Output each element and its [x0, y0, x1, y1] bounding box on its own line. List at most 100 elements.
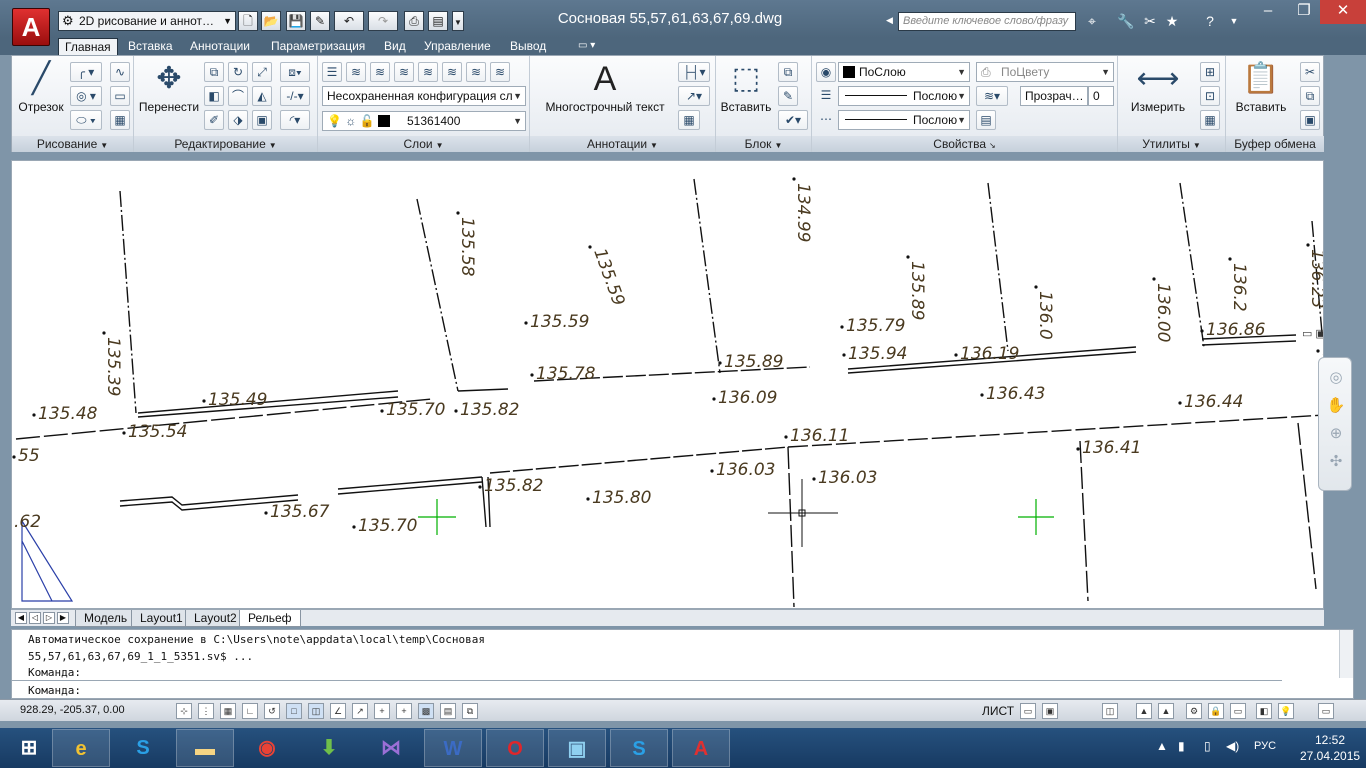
layer-match-button[interactable]: ≋: [466, 62, 486, 82]
otrack-toggle[interactable]: ∠: [330, 703, 346, 719]
mirror-button[interactable]: ◧: [204, 86, 224, 106]
lwt-toggle[interactable]: +: [396, 703, 412, 719]
panel-properties-title[interactable]: Свойства ↘: [812, 136, 1117, 152]
isolate-objects-button[interactable]: ◧: [1256, 703, 1272, 719]
fillet-button[interactable]: ∿: [110, 62, 130, 82]
quick-view-drawings[interactable]: ▣: [1042, 703, 1058, 719]
infer-constraints-toggle[interactable]: ⊹: [176, 703, 192, 719]
panel-utilities-title[interactable]: Утилиты ▼: [1118, 136, 1225, 152]
maximize-button[interactable]: ❐: [1286, 0, 1322, 24]
annotation-visibility-button[interactable]: ▲: [1158, 703, 1174, 719]
tab-output[interactable]: Вывод: [504, 38, 552, 55]
panel-block-title[interactable]: Блок ▼: [716, 136, 811, 152]
language-indicator[interactable]: РУС: [1254, 740, 1276, 752]
fillet-tool-button[interactable]: ⌒: [228, 86, 248, 106]
linetype-dropdown[interactable]: Послою ▼: [838, 86, 970, 106]
layer-freeze-button[interactable]: ≋: [418, 62, 438, 82]
tab-layout2[interactable]: Layout2: [185, 610, 246, 627]
taskbar-skype[interactable]: S: [114, 729, 172, 767]
tray-expand-icon[interactable]: ▲: [1156, 739, 1168, 753]
pan-icon[interactable]: ✋: [1319, 396, 1353, 414]
panel-annotation-title[interactable]: Аннотации ▼: [530, 136, 715, 152]
tab-parametric[interactable]: Параметризация: [265, 38, 371, 55]
last-layout-button[interactable]: ▶: [57, 612, 69, 624]
polar-toggle[interactable]: ↺: [264, 703, 280, 719]
redo-button[interactable]: ↷: [368, 11, 398, 31]
offset-button[interactable]: ⧈▾: [280, 62, 310, 82]
star-icon[interactable]: ★: [1162, 11, 1182, 31]
layer-isolate-button[interactable]: ≋: [370, 62, 390, 82]
taskbar-photos[interactable]: ▣: [548, 729, 606, 767]
mtext-button[interactable]: A Многострочный текст: [540, 60, 670, 114]
command-scrollbar[interactable]: [1339, 630, 1353, 678]
battery-icon[interactable]: ▯: [1204, 739, 1211, 753]
volume-icon[interactable]: ◀): [1226, 739, 1239, 753]
workspace-switch-button[interactable]: ⚙: [1186, 703, 1202, 719]
tab-layout1[interactable]: Layout1: [131, 610, 192, 627]
open-file-button[interactable]: 📂: [261, 11, 281, 31]
grid-toggle[interactable]: ▦: [220, 703, 236, 719]
save-button[interactable]: 💾: [286, 11, 306, 31]
line-button[interactable]: ╱ Отрезок: [16, 60, 66, 114]
hatch-button[interactable]: ▦: [110, 110, 130, 130]
list-button[interactable]: ≋▾: [976, 86, 1008, 106]
layer-state-button[interactable]: ≋: [346, 62, 366, 82]
sign-in-icon[interactable]: 🔧: [1116, 11, 1136, 31]
tab-relief[interactable]: Рельеф: [239, 610, 301, 627]
ellipse-button[interactable]: ⬭ ▾: [70, 110, 102, 130]
search-input[interactable]: Введите ключевое слово/фразу: [898, 12, 1076, 31]
mirror-tool-button[interactable]: ◭: [252, 86, 272, 106]
panel-modify-title[interactable]: Редактирование ▼: [134, 136, 317, 152]
command-input[interactable]: Команда:: [28, 684, 1278, 697]
attribute-button[interactable]: ✔▾: [778, 110, 808, 130]
sc-toggle[interactable]: ⧉: [462, 703, 478, 719]
plot-button[interactable]: ⎙: [404, 11, 424, 31]
erase-button[interactable]: ✐: [204, 110, 224, 130]
search-expand-icon[interactable]: ◀: [886, 15, 893, 26]
taskbar-visual-studio[interactable]: ⋈: [362, 729, 420, 767]
prev-layout-button[interactable]: ◁: [29, 612, 41, 624]
new-file-button[interactable]: 🗋: [238, 11, 258, 31]
undo-button[interactable]: ↶: [334, 11, 364, 31]
minimize-button[interactable]: –: [1250, 0, 1286, 24]
taskbar-chrome[interactable]: ◉: [238, 729, 296, 767]
chamfer-button[interactable]: ◜▾: [280, 110, 310, 130]
quick-select-button[interactable]: ⊞: [1200, 62, 1220, 82]
insert-block-button[interactable]: ⬚ Вставить: [718, 60, 774, 114]
dimension-button[interactable]: ├┤▾: [678, 62, 710, 82]
osnap-toggle[interactable]: □: [286, 703, 302, 719]
3dosnap-toggle[interactable]: ◫: [308, 703, 324, 719]
layer-off-button[interactable]: ≋: [394, 62, 414, 82]
ribbon-minimize-toggle[interactable]: ▭ ▾: [572, 38, 601, 55]
tab-home[interactable]: Главная: [58, 38, 118, 55]
taskbar-explorer[interactable]: ▬: [176, 729, 234, 767]
array-button[interactable]: ▣: [252, 110, 272, 130]
properties-list-button[interactable]: ▤: [976, 110, 996, 130]
lock-ui-button[interactable]: 🔒: [1208, 703, 1224, 719]
select-all-button[interactable]: ⊡: [1200, 86, 1220, 106]
ortho-toggle[interactable]: ∟: [242, 703, 258, 719]
steering-wheel-icon[interactable]: ◎: [1319, 368, 1353, 386]
explode-button[interactable]: ⬗: [228, 110, 248, 130]
rotate-button[interactable]: ↻: [228, 62, 248, 82]
table-button[interactable]: ▦: [678, 110, 700, 130]
start-button[interactable]: ⊞: [0, 729, 58, 767]
taskbar-opera[interactable]: O: [486, 729, 544, 767]
edit-block-button[interactable]: ✎: [778, 86, 798, 106]
copy-button[interactable]: ⧉: [204, 62, 224, 82]
qat-customize-button[interactable]: ▼: [452, 11, 464, 31]
network-icon[interactable]: ▮: [1178, 739, 1185, 753]
taskbar-word[interactable]: W: [424, 729, 482, 767]
layer-properties-button[interactable]: ☰: [322, 62, 342, 82]
transparency-value[interactable]: 0: [1088, 86, 1114, 106]
ducs-toggle[interactable]: ↗: [352, 703, 368, 719]
leader-button[interactable]: ↗▾: [678, 86, 710, 106]
taskbar-ie[interactable]: e: [52, 729, 110, 767]
tab-insert[interactable]: Вставка: [122, 38, 179, 55]
move-button[interactable]: ✥ Перенести: [138, 60, 200, 114]
chevron-down-icon[interactable]: ▼: [1224, 11, 1244, 31]
maximize-viewport-button[interactable]: ◫: [1102, 703, 1118, 719]
trim-button[interactable]: -/-▾: [280, 86, 310, 106]
cut-button[interactable]: ✂: [1300, 62, 1320, 82]
annotation-scale-button[interactable]: ▲: [1136, 703, 1152, 719]
